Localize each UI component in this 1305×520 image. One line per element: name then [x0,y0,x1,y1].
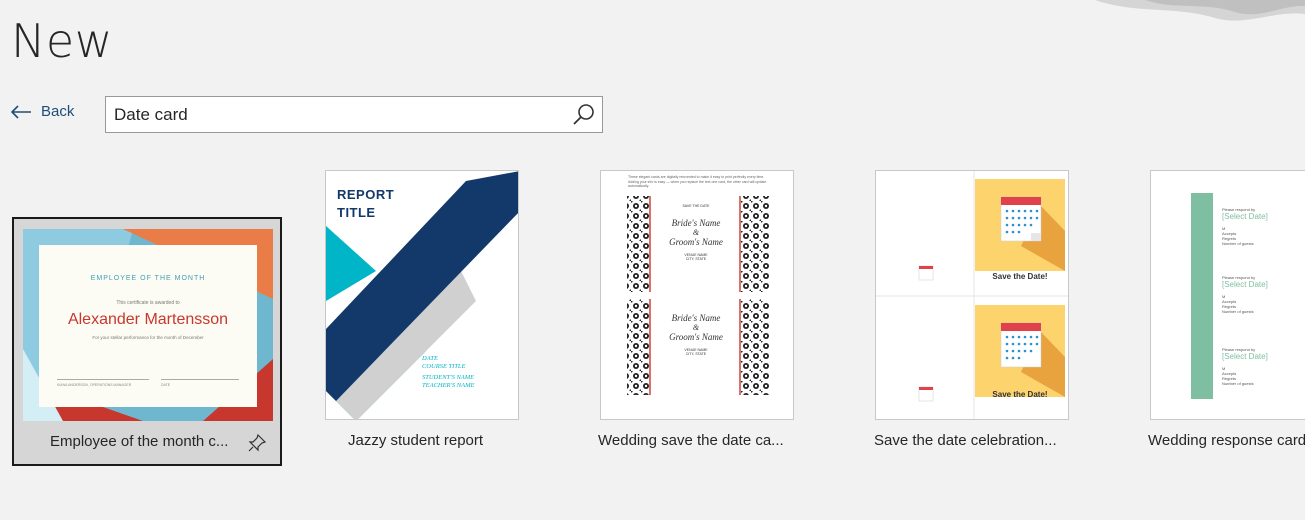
guests-line: Number of guests [1222,381,1254,386]
report-title-line1: REPORT [337,187,395,202]
bride-name: Bride's Name [671,313,721,323]
template-thumbnail: These elegant cards are digitally reinve… [600,170,794,420]
signature-line [57,379,149,380]
calendar-card-preview [876,171,1068,419]
template-thumbnail: REPORT TITLE DATE COURSE TITLE STUDENT'S… [325,170,519,420]
decorative-banner-art [1095,0,1305,21]
response-block-1: Please respond by [Select Date] M Accept… [1222,207,1268,246]
template-card-save-the-date-celebration[interactable]: Save the Date! Save the Date! Save the d… [867,162,1077,462]
save-date-block-1: SAVE THE DATE Bride's Name & Groom's Nam… [653,204,739,261]
ampersand: & [692,228,700,237]
response-block-3: Please respond by [Select Date] M Accept… [1222,347,1268,386]
back-arrow-icon [10,104,31,119]
template-name: Wedding response card [1148,432,1305,449]
template-card-wedding-save-the-date[interactable]: These elegant cards are digitally reinve… [592,162,802,462]
certificate-reason: For your stellar performance for the mon… [92,335,204,340]
report-date: DATE [422,355,439,362]
template-thumbnail: EMPLOYEE OF THE MONTH This certificate i… [23,229,273,421]
response-block-2: Please respond by [Select Date] M Accept… [1222,275,1268,314]
guests-line: Number of guests [1222,241,1254,246]
bride-name: Bride's Name [671,218,721,228]
search-input[interactable] [106,97,574,132]
template-thumbnail: Save the Date! Save the Date! [875,170,1069,420]
back-button[interactable]: Back [10,103,74,120]
page-title: New [11,14,113,68]
template-card-wedding-response-card[interactable]: Please respond by [Select Date] M Accept… [1142,162,1305,462]
groom-name: Groom's Name [669,237,723,247]
report-teacher: TEACHER'S NAME [422,382,475,389]
certificate-date-label: DATE [161,383,171,387]
select-date-text: [Select Date] [1222,280,1268,289]
select-date-text: [Select Date] [1222,212,1268,221]
template-search-box [105,96,603,133]
city-state: CITY, STATE [685,257,707,261]
certificate-signer: KIANA ANDERSON, OPERATIONS MANAGER [57,383,132,387]
report-student: STUDENT'S NAME [422,374,475,381]
city-state: CITY, STATE [685,352,707,356]
template-name: Wedding save the date ca... [598,432,784,449]
ampersand: & [692,323,700,332]
save-the-date-text: SAVE THE DATE [682,204,710,208]
date-line [161,379,239,380]
template-thumbnail: Please respond by [Select Date] M Accept… [1150,170,1305,420]
guests-line: Number of guests [1222,309,1254,314]
template-name: Save the date celebration... [874,432,1057,449]
select-date-text: [Select Date] [1222,352,1268,361]
save-the-date-caption: Save the Date! [992,272,1048,281]
certificate-recipient: Alexander Martensson [67,311,229,328]
template-name: Employee of the month c... [50,433,229,450]
report-course: COURSE TITLE [422,363,466,370]
template-card-jazzy-student-report[interactable]: REPORT TITLE DATE COURSE TITLE STUDENT'S… [318,162,528,462]
certificate-awarded-text: This certificate is awarded to [116,300,180,306]
save-date-block-2: Bride's Name & Groom's Name VENUE NAME C… [653,307,739,356]
green-stripe [1191,193,1213,399]
pin-icon[interactable] [247,433,267,453]
template-card-employee-of-the-month[interactable]: EMPLOYEE OF THE MONTH This certificate i… [12,217,282,466]
back-label: Back [41,103,75,120]
template-name: Jazzy student report [348,432,484,449]
groom-name: Groom's Name [669,332,723,342]
report-title-line2: TITLE [337,205,376,220]
search-icon[interactable] [570,101,598,129]
certificate-heading: EMPLOYEE OF THE MONTH [90,275,206,282]
save-the-date-caption: Save the Date! [992,390,1048,399]
